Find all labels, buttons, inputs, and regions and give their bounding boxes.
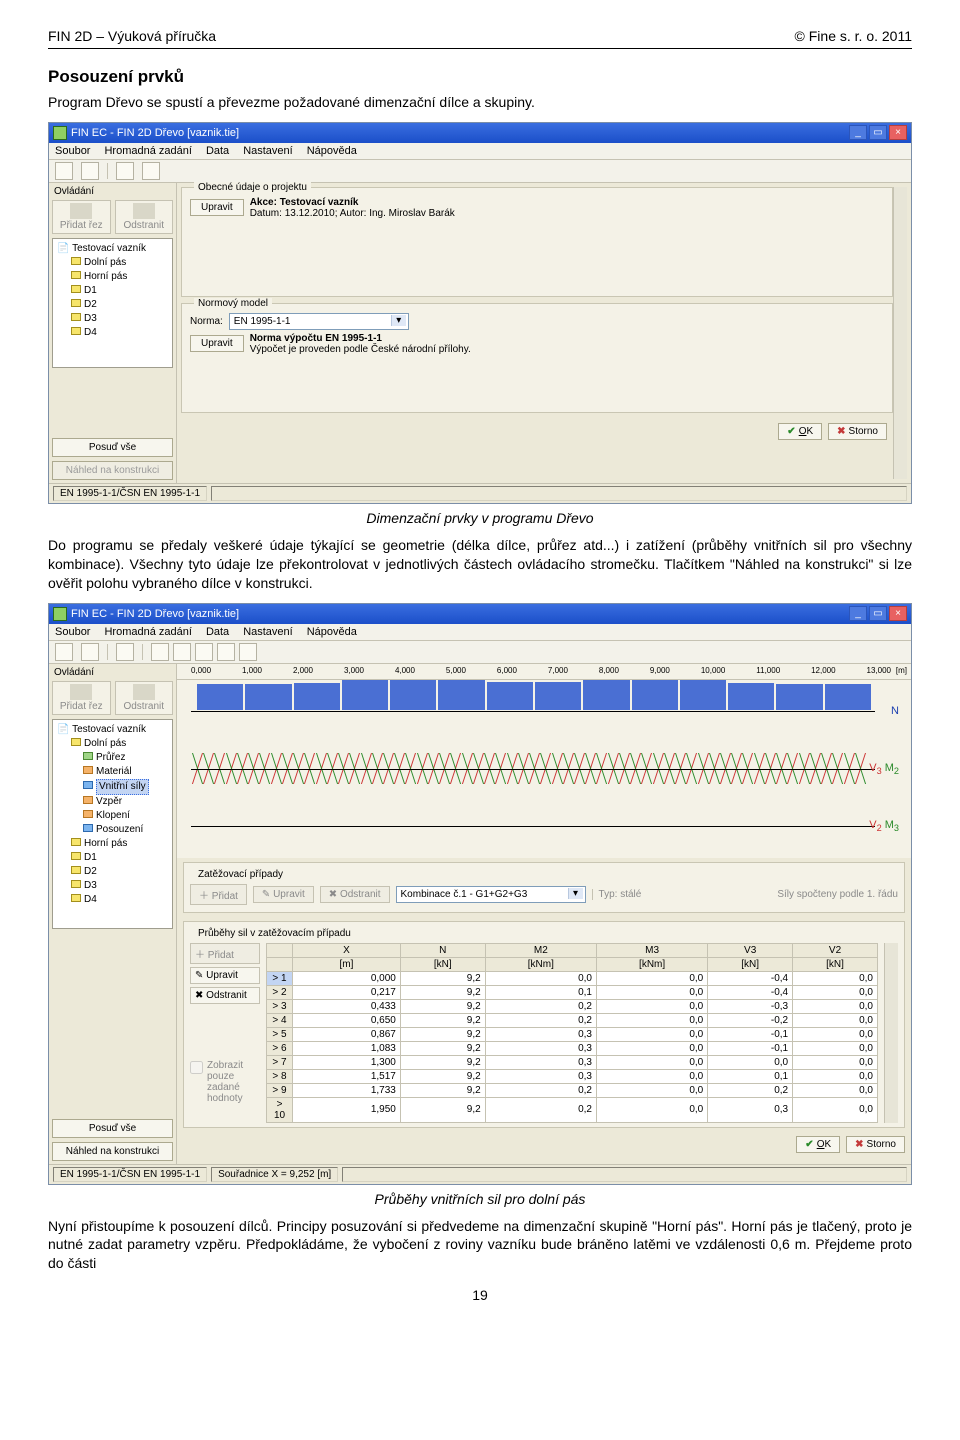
- norma-combo[interactable]: EN 1995-1-1: [229, 313, 409, 330]
- toolbar-new-icon[interactable]: [55, 162, 73, 180]
- toolbar: [49, 160, 911, 183]
- zp-del-button: ✖ Odstranit: [320, 886, 390, 903]
- zp-right: Síly spočteny podle 1. řádu: [777, 889, 898, 900]
- row-del-button[interactable]: ✖ Odstranit: [190, 987, 260, 1004]
- norma-line1: Norma výpočtu EN 1995-1-1: [250, 333, 884, 344]
- status-left: EN 1995-1-1/ČSN EN 1995-1-1: [53, 1167, 207, 1182]
- window-title: FIN EC - FIN 2D Dřevo [vaznik.tie]: [71, 127, 239, 139]
- menu-napoveda[interactable]: Nápověda: [307, 145, 357, 157]
- row-edit-button[interactable]: ✎ Upravit: [190, 967, 260, 984]
- storno-button[interactable]: ✖Storno: [828, 423, 887, 440]
- chart-v3m2: V3 M2: [187, 743, 901, 794]
- norma-line2: Výpočet je proveden podle České národní …: [250, 344, 884, 355]
- menubar: Soubor Hromadná zadání Data Nastavení Ná…: [49, 143, 911, 160]
- maximize-icon[interactable]: ▭: [869, 125, 887, 140]
- panel-prubehy: Průběhy sil v zatěžovacím případu ＋ Přid…: [183, 921, 905, 1128]
- panel-normovy: Normový model Norma: EN 1995-1-1 Upravit…: [181, 303, 893, 413]
- doc-header-right: © Fine s. r. o. 2011: [795, 28, 912, 44]
- toolbar-save-icon[interactable]: [116, 162, 134, 180]
- ok-button[interactable]: ✔OK: [778, 423, 822, 440]
- chart-v2m3: V2 M3: [187, 800, 901, 851]
- app-icon: [53, 126, 67, 140]
- menu-data[interactable]: Data: [206, 626, 229, 638]
- norma-label: Norma:: [190, 316, 223, 327]
- status-coord: Souřadnice X = 9,252 [m]: [211, 1167, 338, 1182]
- menu-hromadna[interactable]: Hromadná zadání: [104, 145, 191, 157]
- zp-add-button: ＋ Přidat: [190, 884, 247, 905]
- panel-obecne: Obecné údaje o projektu Upravit Akce: Te…: [181, 187, 893, 297]
- storno-button[interactable]: ✖Storno: [846, 1136, 905, 1153]
- zoom-in-icon[interactable]: [151, 643, 169, 661]
- panel-zp: Zatěžovací případy ＋ Přidat ✎ Upravit ✖ …: [183, 862, 905, 913]
- toolbar-open-icon[interactable]: [81, 162, 99, 180]
- tree-selected: Vnitřní síly: [96, 779, 149, 795]
- zp-typ: Typ: stálé: [592, 889, 642, 900]
- row-add-button: ＋ Přidat: [190, 943, 260, 964]
- chk-zobrazit: Zobrazit pouze zadané hodnoty: [190, 1060, 260, 1104]
- para-2: Nyní přistoupíme k posouzení dílců. Prin…: [48, 1217, 912, 1274]
- chart-n: N: [187, 686, 901, 737]
- graph-area: N V3 M2 V2 M3: [177, 680, 911, 858]
- btn-nahled: Náhled na konstrukci: [52, 461, 173, 480]
- btn-posoud-vse[interactable]: Posuď vše: [52, 438, 173, 457]
- btn-nahled[interactable]: Náhled na konstrukci: [52, 1142, 173, 1161]
- page-number: 19: [48, 1287, 912, 1303]
- menu-soubor[interactable]: Soubor: [55, 626, 90, 638]
- menu-data[interactable]: Data: [206, 145, 229, 157]
- intro-text: Program Dřevo se spustí a převezme požad…: [48, 93, 912, 112]
- btn-upravit-obecne[interactable]: Upravit: [190, 199, 244, 216]
- toolbar-print-icon[interactable]: [142, 162, 160, 180]
- pan-icon[interactable]: [239, 643, 257, 661]
- doc-header-left: FIN 2D – Výuková příručka: [48, 28, 216, 44]
- status-left: EN 1995-1-1/ČSN EN 1995-1-1: [53, 486, 207, 501]
- window-title: FIN EC - FIN 2D Dřevo [vaznik.tie]: [71, 608, 239, 620]
- screenshot-1: FIN EC - FIN 2D Dřevo [vaznik.tie] _ ▭ ×…: [48, 122, 912, 504]
- zp-combo[interactable]: Kombinace č.1 - G1+G2+G3: [396, 886, 586, 903]
- ok-button[interactable]: ✔OK: [796, 1136, 840, 1153]
- zoom-out-icon[interactable]: [173, 643, 191, 661]
- close-icon[interactable]: ×: [889, 125, 907, 140]
- scrollbar[interactable]: [893, 187, 907, 479]
- akce-line: Akce: Testovací vazník: [250, 197, 884, 208]
- header-rule: [48, 48, 912, 49]
- btn-upravit-norma[interactable]: Upravit: [190, 335, 244, 352]
- zp-edit-button: ✎ Upravit: [253, 886, 314, 903]
- menu-soubor[interactable]: Soubor: [55, 145, 90, 157]
- side-head: Ovládání: [52, 185, 173, 200]
- table-scrollbar[interactable]: [884, 943, 898, 1123]
- toolbar-open-icon[interactable]: [81, 643, 99, 661]
- side-btn-add[interactable]: Přidat řez: [52, 681, 111, 715]
- close-icon[interactable]: ×: [889, 606, 907, 621]
- titlebar2: FIN EC - FIN 2D Dřevo [vaznik.tie] _ ▭ ×: [49, 604, 911, 624]
- menu-hromadna[interactable]: Hromadná zadání: [104, 626, 191, 638]
- titlebar: FIN EC - FIN 2D Dřevo [vaznik.tie] _ ▭ ×: [49, 123, 911, 143]
- menu-nastaveni[interactable]: Nastavení: [243, 145, 293, 157]
- datum-line: Datum: 13.12.2010; Autor: Ing. Miroslav …: [250, 208, 884, 219]
- menu-nastaveni[interactable]: Nastavení: [243, 626, 293, 638]
- para-1: Do programu se předaly veškeré údaje týk…: [48, 536, 912, 593]
- screenshot-2: FIN EC - FIN 2D Dřevo [vaznik.tie] _ ▭ ×…: [48, 603, 912, 1185]
- side-btn-del[interactable]: Odstranit: [115, 681, 174, 715]
- zoom-window-icon[interactable]: [217, 643, 235, 661]
- menu-napoveda[interactable]: Nápověda: [307, 626, 357, 638]
- tree[interactable]: 📄 Testovací vazník Dolní pás Horní pás D…: [52, 238, 173, 368]
- maximize-icon[interactable]: ▭: [869, 606, 887, 621]
- app-icon: [53, 607, 67, 621]
- side-btn-del[interactable]: Odstranit: [115, 200, 174, 234]
- zoom-fit-icon[interactable]: [195, 643, 213, 661]
- minimize-icon[interactable]: _: [849, 606, 867, 621]
- toolbar-save-icon[interactable]: [116, 643, 134, 661]
- minimize-icon[interactable]: _: [849, 125, 867, 140]
- tree2[interactable]: 📄 Testovací vazník Dolní pás Průřez Mate…: [52, 719, 173, 929]
- caption-2: Průběhy vnitřních sil pro dolní pás: [48, 1191, 912, 1207]
- section-title: Posouzení prvků: [48, 67, 912, 87]
- side-btn-add[interactable]: Přidat řez: [52, 200, 111, 234]
- btn-posoud-vse[interactable]: Posuď vše: [52, 1119, 173, 1138]
- caption-1: Dimenzační prvky v programu Dřevo: [48, 510, 912, 526]
- forces-table[interactable]: X N M2 M3 V3 V2 [m] [k: [266, 943, 878, 1123]
- toolbar-new-icon[interactable]: [55, 643, 73, 661]
